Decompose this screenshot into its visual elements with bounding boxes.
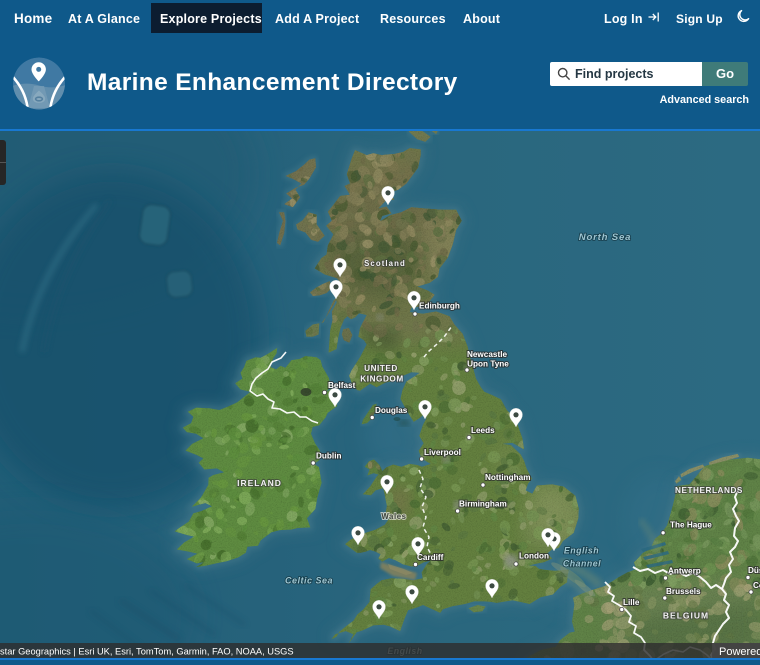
svg-text:Leeds: Leeds	[471, 426, 495, 435]
svg-text:Newcastle: Newcastle	[467, 350, 507, 359]
svg-text:North Sea: North Sea	[579, 232, 632, 243]
svg-text:star Geographics | Esri UK, Es: star Geographics | Esri UK, Esri, TomTom…	[0, 647, 294, 657]
svg-text:Dublin: Dublin	[316, 452, 341, 461]
svg-text:Wales: Wales	[381, 512, 406, 521]
svg-text:Nottingham: Nottingham	[485, 473, 530, 482]
svg-text:Channel: Channel	[563, 559, 601, 569]
svg-text:Birmingham: Birmingham	[459, 500, 507, 509]
svg-text:Scotland: Scotland	[364, 259, 406, 268]
svg-text:BELGIUM: BELGIUM	[663, 611, 709, 621]
svg-text:Antwerp: Antwerp	[668, 567, 701, 576]
svg-text:NETHERLANDS: NETHERLANDS	[675, 486, 743, 495]
svg-text:Douglas: Douglas	[375, 406, 408, 415]
svg-text:Edinburgh: Edinburgh	[419, 302, 460, 311]
svg-text:Celtic Sea: Celtic Sea	[285, 576, 333, 586]
svg-text:UNITED: UNITED	[364, 364, 398, 373]
svg-text:Cologne: Cologne	[753, 581, 760, 590]
svg-text:Powered by Esri: Powered by Esri	[719, 646, 760, 658]
svg-text:London: London	[519, 552, 549, 561]
svg-text:Liverpool: Liverpool	[424, 448, 461, 457]
svg-text:English: English	[564, 546, 599, 556]
svg-text:The Hague: The Hague	[670, 521, 712, 530]
svg-text:Brussels: Brussels	[666, 587, 701, 596]
svg-text:IRELAND: IRELAND	[237, 478, 282, 488]
svg-text:Lille: Lille	[623, 598, 640, 607]
svg-text:Upon Tyne: Upon Tyne	[467, 360, 509, 369]
svg-text:Cardiff: Cardiff	[417, 553, 444, 562]
svg-text:Belfast: Belfast	[328, 381, 356, 390]
svg-text:Düsseldorf: Düsseldorf	[748, 566, 760, 575]
svg-text:KINGDOM: KINGDOM	[360, 375, 403, 384]
